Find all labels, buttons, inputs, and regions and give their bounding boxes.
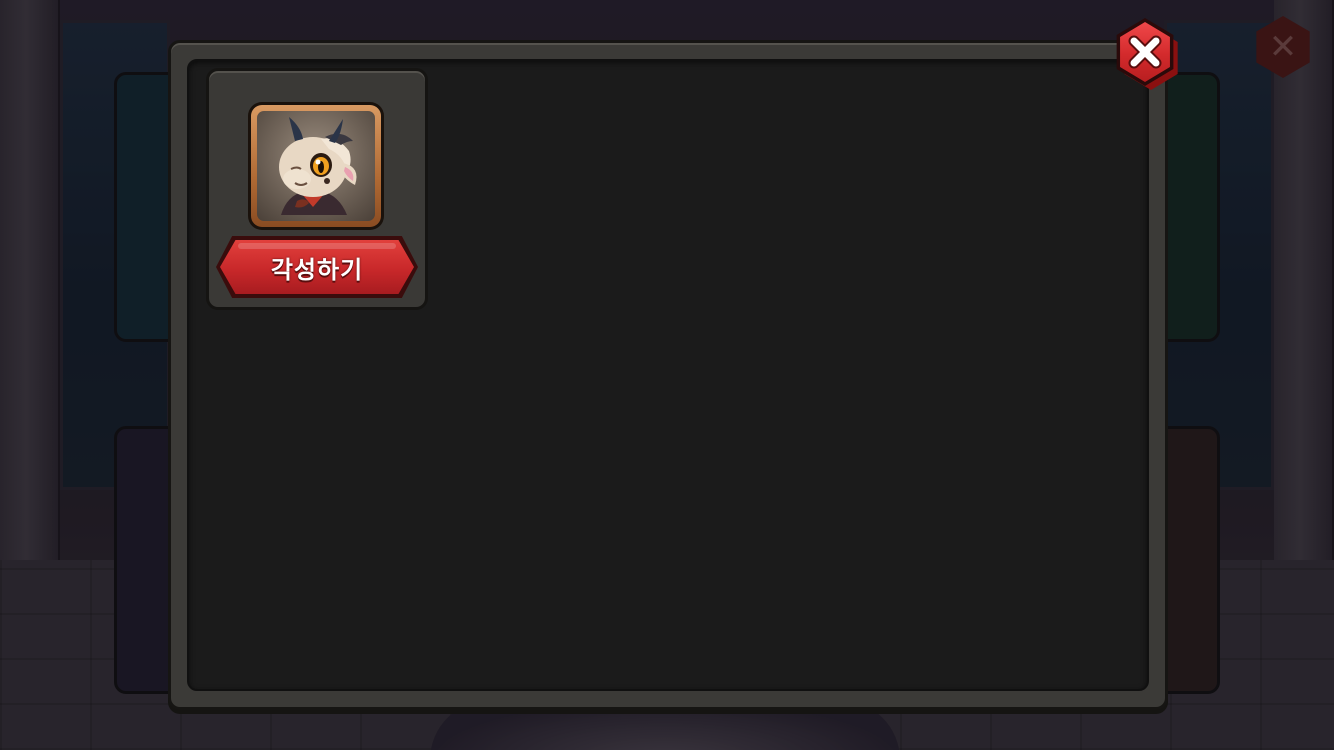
close-x-icon: ✕ — [1268, 27, 1298, 67]
character-portrait-frame[interactable] — [248, 102, 384, 230]
close-x-icon — [1128, 35, 1162, 69]
dragon-character-portrait — [257, 111, 375, 221]
dragon-character-icon — [279, 117, 357, 215]
awaken-button-label: 각성하기 — [270, 255, 364, 284]
close-button[interactable] — [1112, 18, 1184, 92]
awaken-button[interactable]: 각성하기 — [216, 236, 418, 298]
